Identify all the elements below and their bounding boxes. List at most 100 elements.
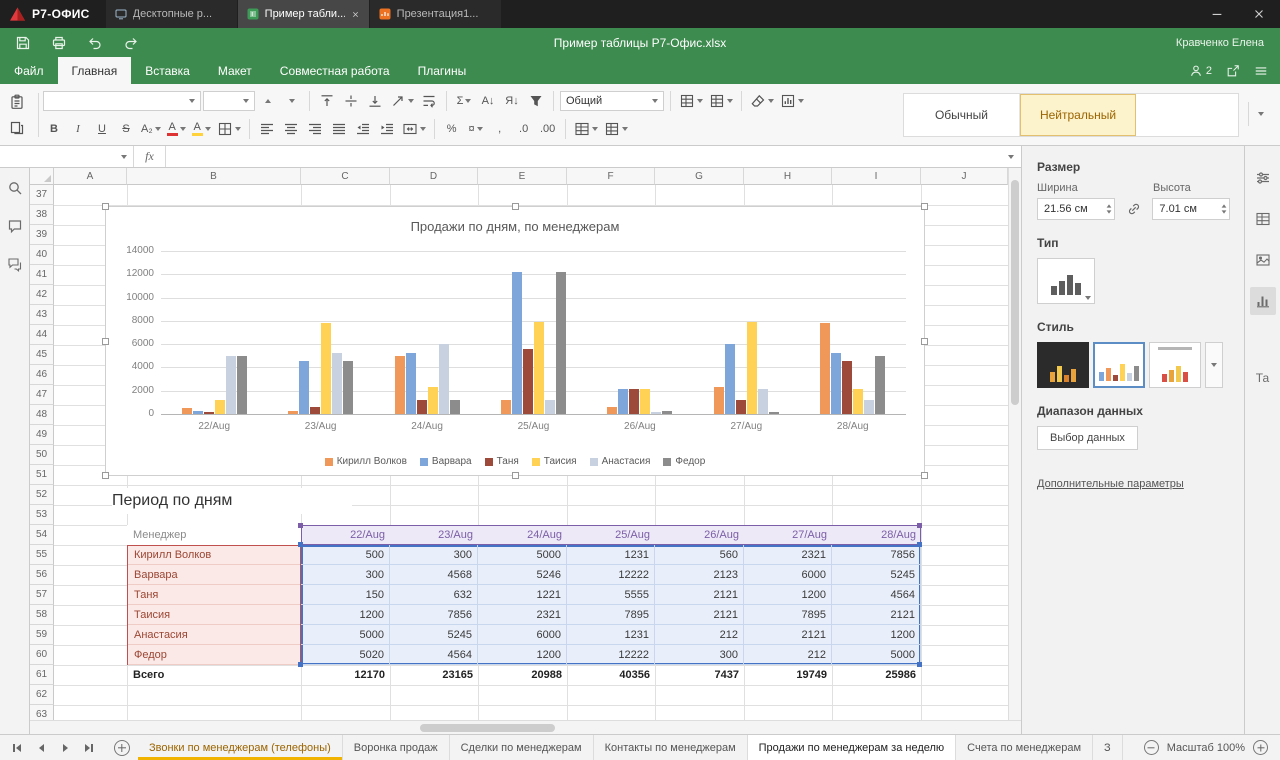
resize-handle[interactable] <box>512 203 519 210</box>
tab-plugins[interactable]: Плагины <box>404 57 481 84</box>
sheet-tab[interactable]: З <box>1093 735 1123 760</box>
row-header-62[interactable]: 62 <box>30 685 54 705</box>
zoom-out-button[interactable] <box>1144 740 1159 755</box>
value-cell[interactable]: 7856 <box>390 605 478 625</box>
table-settings-icon-button[interactable] <box>1250 205 1276 233</box>
formula-bar-collapse-button[interactable] <box>1001 146 1021 167</box>
chat-icon-button[interactable] <box>2 250 28 278</box>
total-value-cell[interactable]: 40356 <box>567 665 655 685</box>
row-header-55[interactable]: 55 <box>30 545 54 565</box>
column-header-D[interactable]: D <box>390 168 478 185</box>
value-cell[interactable]: 500 <box>301 545 390 565</box>
align-top-button[interactable] <box>316 90 338 112</box>
column-header-I[interactable]: I <box>832 168 921 185</box>
row-header-60[interactable]: 60 <box>30 645 54 665</box>
align-justify-button[interactable] <box>328 118 350 140</box>
tab-insert[interactable]: Вставка <box>131 57 204 84</box>
value-cell[interactable]: 1200 <box>832 625 921 645</box>
delete-cells-button[interactable] <box>707 90 735 112</box>
value-cell[interactable]: 1231 <box>567 545 655 565</box>
value-cell[interactable]: 300 <box>301 565 390 585</box>
date-header-cell[interactable]: 23/Aug <box>390 525 478 545</box>
range-handle[interactable] <box>298 542 303 547</box>
row-header-49[interactable]: 49 <box>30 425 54 445</box>
range-handle[interactable] <box>298 662 303 667</box>
increase-indent-button[interactable] <box>376 118 398 140</box>
align-middle-button[interactable] <box>340 90 362 112</box>
autosum-button[interactable]: Σ <box>453 90 475 112</box>
doc-tab-presentation[interactable]: Презентация1... <box>370 0 501 28</box>
value-cell[interactable]: 5000 <box>301 625 390 645</box>
manager-name-cell[interactable]: Таня <box>128 585 300 605</box>
value-cell[interactable]: 632 <box>390 585 478 605</box>
align-center-button[interactable] <box>280 118 302 140</box>
sheet-tab[interactable]: Воронка продаж <box>343 735 450 760</box>
value-cell[interactable]: 12222 <box>567 565 655 585</box>
value-cell[interactable]: 1221 <box>478 585 567 605</box>
close-tab-icon[interactable] <box>351 10 360 19</box>
redo-button[interactable] <box>118 32 144 54</box>
manager-name-cell[interactable]: Варвара <box>128 565 300 585</box>
row-header-41[interactable]: 41 <box>30 265 54 285</box>
name-box[interactable] <box>0 146 134 167</box>
value-cell[interactable]: 1200 <box>301 605 390 625</box>
value-cell[interactable]: 300 <box>390 545 478 565</box>
insert-function-button[interactable]: fx <box>134 146 166 167</box>
formula-input[interactable] <box>166 146 1001 167</box>
chart-style-more-button[interactable] <box>1205 342 1223 388</box>
vertical-scrollbar[interactable] <box>1008 168 1021 720</box>
decrease-decimal-button[interactable]: .0 <box>513 118 535 140</box>
row-header-50[interactable]: 50 <box>30 445 54 465</box>
value-cell[interactable]: 5555 <box>567 585 655 605</box>
value-cell[interactable]: 2121 <box>744 625 832 645</box>
range-handle[interactable] <box>917 523 922 528</box>
value-cell[interactable]: 7856 <box>832 545 921 565</box>
increase-decimal-button[interactable]: .00 <box>537 118 559 140</box>
insert-cells-button[interactable] <box>677 90 705 112</box>
date-header-cell[interactable]: 26/Aug <box>655 525 744 545</box>
select-all-button[interactable] <box>30 168 54 185</box>
table-corner-cell[interactable]: Менеджер <box>127 525 301 545</box>
value-cell[interactable]: 12222 <box>567 645 655 665</box>
total-value-cell[interactable]: 23165 <box>390 665 478 685</box>
value-cell[interactable]: 5000 <box>832 645 921 665</box>
resize-handle[interactable] <box>102 338 109 345</box>
row-header-39[interactable]: 39 <box>30 225 54 245</box>
row-header-59[interactable]: 59 <box>30 625 54 645</box>
paste-button[interactable] <box>6 91 28 113</box>
date-header-cell[interactable]: 24/Aug <box>478 525 567 545</box>
tab-layout[interactable]: Макет <box>204 57 266 84</box>
row-header-46[interactable]: 46 <box>30 365 54 385</box>
keep-ratio-toggle[interactable] <box>1115 201 1153 217</box>
resize-handle[interactable] <box>512 472 519 479</box>
column-header-B[interactable]: B <box>127 168 301 185</box>
value-cell[interactable]: 5246 <box>478 565 567 585</box>
row-header-53[interactable]: 53 <box>30 505 54 525</box>
subscript-button[interactable]: А₂ <box>139 118 163 140</box>
column-header-E[interactable]: E <box>478 168 567 185</box>
minimize-button[interactable] <box>1196 0 1238 28</box>
value-cell[interactable]: 5245 <box>390 625 478 645</box>
chart-type-button[interactable] <box>1037 258 1095 304</box>
column-header-J[interactable]: J <box>921 168 1008 185</box>
total-value-cell[interactable]: 7437 <box>655 665 744 685</box>
decrement-font-size-button[interactable] <box>281 90 303 112</box>
row-header-57[interactable]: 57 <box>30 585 54 605</box>
wrap-text-button[interactable] <box>418 90 440 112</box>
range-handle[interactable] <box>917 542 922 547</box>
row-header-52[interactable]: 52 <box>30 485 54 505</box>
value-cell[interactable]: 560 <box>655 545 744 565</box>
total-label-cell[interactable]: Всего <box>127 665 301 685</box>
column-header-A[interactable]: A <box>54 168 127 185</box>
value-cell[interactable]: 2321 <box>744 545 832 565</box>
cell-settings-icon-button[interactable] <box>1250 164 1276 192</box>
save-button[interactable] <box>10 32 36 54</box>
row-header-51[interactable]: 51 <box>30 465 54 485</box>
row-header-47[interactable]: 47 <box>30 385 54 405</box>
tab-collaboration[interactable]: Совместная работа <box>266 57 404 84</box>
chart-style-option-3[interactable] <box>1149 342 1201 388</box>
value-cell[interactable]: 5245 <box>832 565 921 585</box>
value-cell[interactable]: 2121 <box>655 605 744 625</box>
copy-button[interactable] <box>6 117 28 139</box>
zoom-label[interactable]: Масштаб 100% <box>1167 742 1245 754</box>
